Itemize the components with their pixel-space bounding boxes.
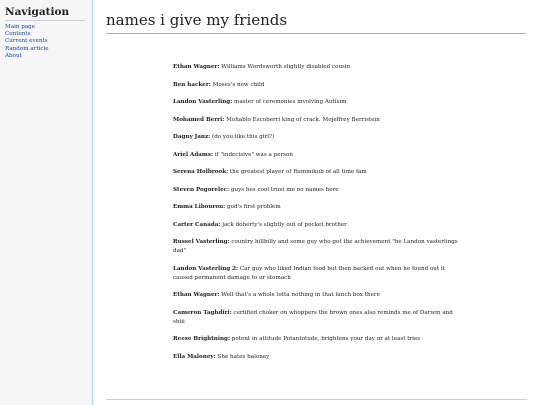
list-item: Ariel Adams: if "indecisive" was a perso… (173, 151, 465, 160)
entry-name: Cameron Taghdiri: (173, 309, 232, 316)
entry-name: Ariel Adams: (173, 151, 214, 158)
entry-name: Dagny Janz: (173, 134, 211, 140)
entry-description: Well that's a whole lotta nothing in tha… (219, 292, 380, 298)
list-item: Dagny Janz: (do you like this girl?) (173, 133, 465, 142)
entry-name: Landon Vasterling 2: (173, 265, 239, 272)
sidebar-item-random-article[interactable]: Random article (5, 46, 92, 53)
sidebar: Navigation Main page Contents Current ev… (0, 0, 92, 405)
entry-name: Serena Holbrook: (173, 169, 229, 175)
list-item: Serena Holbrook: the greatest player of … (173, 168, 465, 177)
entry-name: Reese Brightning: (173, 336, 231, 342)
sidebar-item-contents[interactable]: Contents (5, 31, 92, 38)
list-item: Carter Canada: jack doherty's slightly o… (173, 221, 465, 230)
entry-description: guys hes cool trust me no names here (229, 186, 339, 193)
list-item: Russel Vasterling: country hillbilly and… (173, 238, 465, 256)
list-item: Ella Maloney: She hates baloney (173, 353, 465, 362)
entry-name: Mohamed Berri: (173, 116, 225, 123)
sidebar-item-about[interactable]: About (5, 53, 92, 60)
sidebar-item-main-page[interactable]: Main page (5, 24, 92, 31)
list-item: Cameron Taghdiri: certified choker on wh… (173, 309, 465, 327)
entry-description: Williams Wordsworth slightly disabled co… (219, 64, 351, 70)
list-item: Mohamed Berri: Mohablo Escoberri king of… (173, 116, 465, 125)
footer-divider (106, 399, 527, 400)
page-title: names i give my friends (106, 11, 526, 34)
sidebar-item-current-events[interactable]: Current events (5, 38, 92, 45)
entry-description: the greatest player of Rummikub of all t… (228, 169, 367, 175)
entry-description: potent in attitude Potantotude, brighten… (230, 336, 421, 342)
entry-description: god's first problem (225, 204, 281, 210)
entry-name: Ben hacker: (173, 81, 211, 88)
entry-description: if "indecisive" was a person (213, 151, 294, 158)
entry-list: Ethan Wagner: Williams Wordsworth slight… (173, 63, 465, 375)
entry-name: Ella Maloney: (173, 353, 216, 360)
entry-description: Moses's new child (210, 81, 265, 88)
entry-description: Mohablo Escoberri king of crack. Mojeffr… (224, 116, 380, 123)
entry-name: Russel Vasterling: (173, 239, 230, 245)
list-item: Emma Libouron: god's first problem (173, 203, 465, 212)
list-item: Ethan Wagner: Williams Wordsworth slight… (173, 63, 465, 72)
entry-name: Carter Canada: (173, 221, 221, 228)
entry-description: jack doherty's slightly out of pocket br… (220, 221, 347, 228)
list-item: Steven Pogorelec: guys hes cool trust me… (173, 186, 465, 195)
entry-name: Steven Pogorelec: (173, 186, 230, 193)
main-content: names i give my friends Ethan Wagner: Wi… (92, 0, 540, 405)
entry-name: Emma Libouron: (173, 204, 226, 210)
entry-name: Landon Vasterling: (173, 99, 233, 105)
sidebar-heading: Navigation (5, 6, 85, 21)
entry-name: Ethan Wagner: (173, 292, 220, 298)
entry-description: She hates baloney (215, 353, 270, 360)
list-item: Ethan Wagner: Well that's a whole lotta … (173, 291, 465, 300)
list-item: Landon Vasterling 2: Car guy who liked I… (173, 265, 465, 283)
entry-name: Ethan Wagner: (173, 64, 220, 70)
sidebar-nav-list: Main page Contents Current events Random… (5, 24, 92, 60)
list-item: Ben hacker: Moses's new child (173, 81, 465, 90)
list-item: Landon Vasterling: master of ceremonies … (173, 98, 465, 107)
list-item: Reese Brightning: potent in attitude Pot… (173, 335, 465, 344)
entry-description: master of ceremonies involving Autisim (232, 99, 347, 105)
entry-description: (do you like this girl?) (210, 134, 275, 140)
